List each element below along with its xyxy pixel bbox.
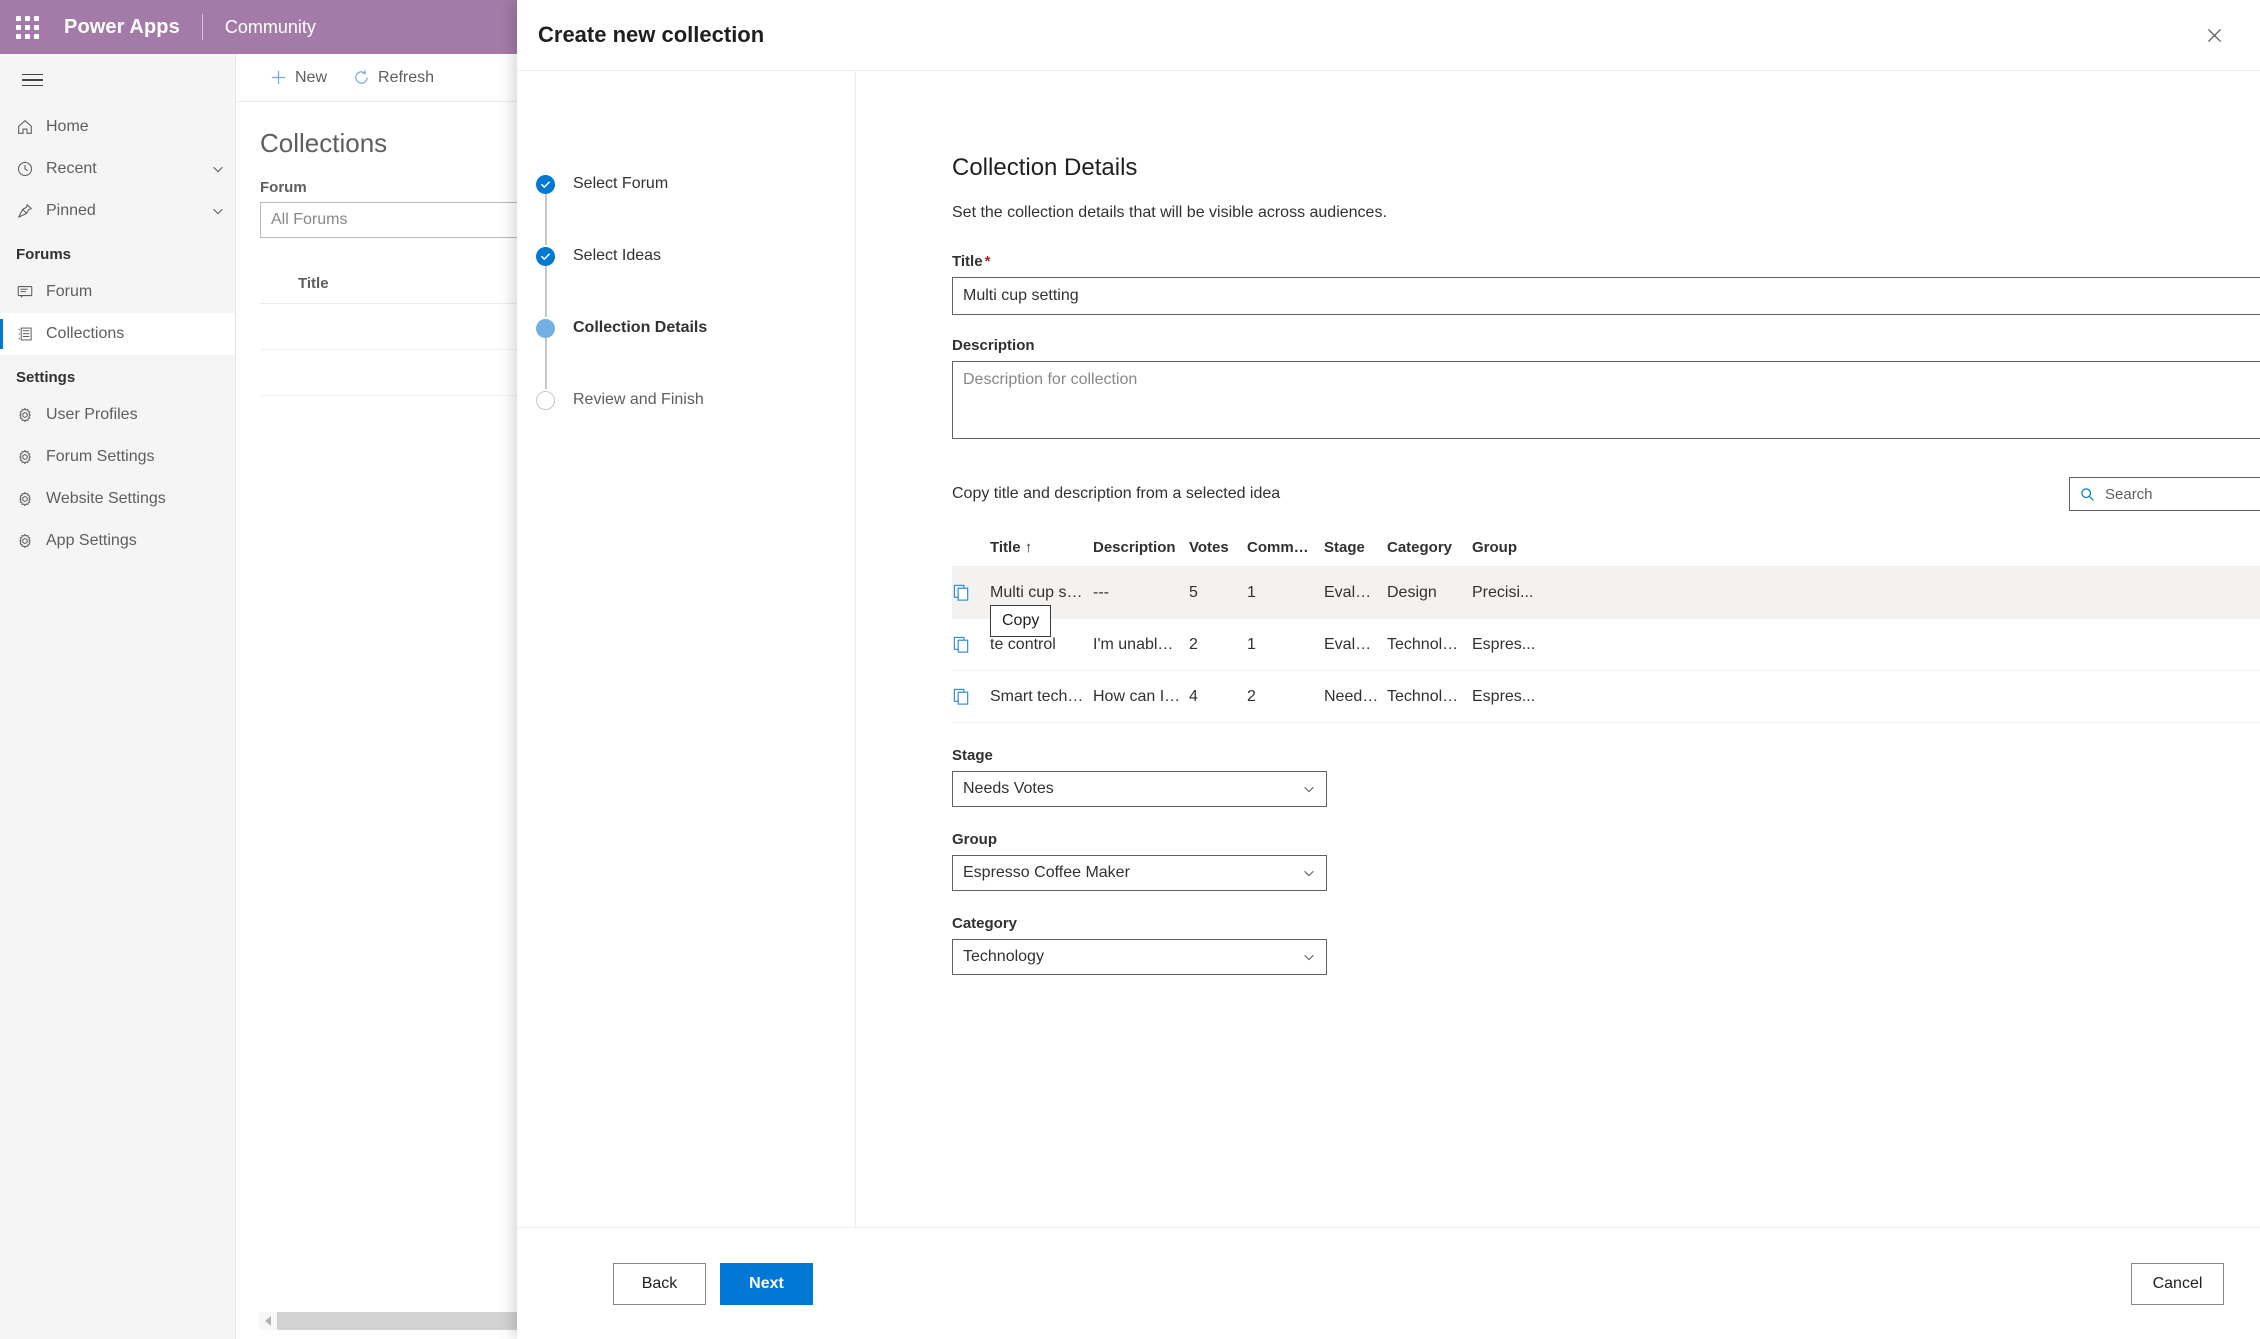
close-icon[interactable] xyxy=(2192,15,2236,55)
cell-group: Espres... xyxy=(1472,687,1536,705)
create-collection-dialog: Create new collection Select Forum Selec… xyxy=(517,0,2260,1339)
description-textarea[interactable] xyxy=(952,361,2260,439)
description-field-label: Description xyxy=(952,337,1035,354)
stage-field: Stage Needs Votes xyxy=(952,747,2260,807)
cell-description: --- xyxy=(1093,583,1109,601)
step-status-icon xyxy=(536,247,555,266)
description-wrapper xyxy=(952,361,2260,444)
wizard-step-label: Select Forum xyxy=(573,175,669,192)
table-row[interactable]: te control I'm unable to ... 2 1 Evalua.… xyxy=(952,619,2260,671)
column-header-title[interactable]: Title ↑ xyxy=(990,539,1093,556)
wizard-step-label: Select Ideas xyxy=(573,247,662,264)
copy-icon[interactable] xyxy=(952,687,990,706)
category-dropdown-value: Technology xyxy=(963,948,1044,965)
category-field: Category Technology xyxy=(952,915,2260,975)
copy-from-idea-label: Copy title and description from a select… xyxy=(952,485,1281,502)
dialog-body: Select Forum Select Ideas Collection Det… xyxy=(517,71,2260,1227)
chevron-down-icon xyxy=(1302,782,1316,796)
title-input[interactable] xyxy=(952,277,2260,315)
table-row[interactable]: Smart technol... How can I bre... 4 2 Ne… xyxy=(952,671,2260,723)
cell-comments: 2 xyxy=(1247,687,1256,705)
cell-title: Smart technol... xyxy=(990,687,1093,705)
section-subtitle: Set the collection details that will be … xyxy=(952,204,1387,221)
column-header-comments[interactable]: Comments xyxy=(1247,539,1324,556)
column-header-stage[interactable]: Stage xyxy=(1324,539,1387,556)
wizard-steps: Select Forum Select Ideas Collection Det… xyxy=(517,71,855,1227)
copy-icon[interactable] xyxy=(952,583,990,602)
cell-title: te control xyxy=(990,635,1056,653)
sort-ascending-icon: ↑ xyxy=(1024,538,1033,556)
wizard-step-collection-details[interactable]: Collection Details xyxy=(536,317,855,389)
cell-votes: 5 xyxy=(1189,583,1198,601)
cell-category: Design xyxy=(1387,583,1437,601)
cell-description: I'm unable to ... xyxy=(1093,635,1189,653)
cell-category: Technology xyxy=(1387,635,1468,653)
cell-comments: 1 xyxy=(1247,635,1256,653)
wizard-step-select-ideas[interactable]: Select Ideas xyxy=(536,245,855,317)
cell-category: Technology xyxy=(1387,687,1468,705)
dialog-title: Create new collection xyxy=(538,22,765,47)
copy-icon[interactable] xyxy=(952,635,990,654)
ideas-table: Title ↑ Description Votes Comments Stage… xyxy=(952,528,2260,723)
group-field: Group Espresso Coffee Maker xyxy=(952,831,2260,891)
column-header-description[interactable]: Description xyxy=(1093,539,1189,556)
cell-stage: Needs... xyxy=(1324,687,1384,705)
step-connector xyxy=(545,338,547,389)
wizard-step-select-forum[interactable]: Select Forum xyxy=(536,173,855,245)
section-title: Collection Details xyxy=(952,154,1138,181)
cell-title: Multi cup setti... xyxy=(990,583,1093,601)
ideas-table-body: Multi cup setti... --- 5 1 Evalua... Des… xyxy=(952,567,2260,723)
column-header-title-text: Title xyxy=(990,538,1021,556)
stage-label: Stage xyxy=(952,747,993,764)
group-dropdown[interactable]: Espresso Coffee Maker xyxy=(952,855,1327,891)
dialog-header: Create new collection xyxy=(517,0,2260,71)
category-label: Category xyxy=(952,915,1018,932)
stage-dropdown-value: Needs Votes xyxy=(963,780,1054,797)
required-mark: * xyxy=(984,253,991,270)
cell-comments: 1 xyxy=(1247,583,1256,601)
column-header-category[interactable]: Category xyxy=(1387,539,1472,556)
category-dropdown[interactable]: Technology xyxy=(952,939,1327,975)
column-header-group[interactable]: Group xyxy=(1472,539,1592,556)
stage-dropdown[interactable]: Needs Votes xyxy=(952,771,1327,807)
chevron-down-icon xyxy=(1302,950,1316,964)
copy-tooltip: Copy xyxy=(990,605,1052,637)
cell-group: Espres... xyxy=(1472,635,1536,653)
ideas-table-header: Title ↑ Description Votes Comments Stage… xyxy=(952,528,2260,567)
title-field-label: Title * xyxy=(952,253,2260,270)
copy-from-idea-row: Copy title and description from a select… xyxy=(952,477,2260,511)
title-label-text: Title xyxy=(952,253,983,270)
step-status-icon xyxy=(536,391,555,410)
step-connector xyxy=(545,194,547,245)
cell-group: Precisi... xyxy=(1472,583,1534,601)
group-label: Group xyxy=(952,831,997,848)
cancel-button[interactable]: Cancel xyxy=(2131,1262,2224,1305)
cell-stage: Evalua... xyxy=(1324,635,1387,653)
cell-votes: 4 xyxy=(1189,687,1198,705)
table-row[interactable]: Multi cup setti... --- 5 1 Evalua... Des… xyxy=(952,567,2260,619)
cell-description: How can I bre... xyxy=(1093,687,1189,705)
chevron-down-icon xyxy=(1302,866,1316,880)
search-icon xyxy=(2080,487,2095,502)
wizard-step-review-and-finish[interactable]: Review and Finish xyxy=(536,389,855,461)
cell-votes: 2 xyxy=(1189,635,1198,653)
wizard-step-label: Collection Details xyxy=(573,319,708,336)
search-input[interactable] xyxy=(2103,484,2260,504)
wizard-step-label: Review and Finish xyxy=(573,391,704,408)
dialog-content-pane: Collection Details Set the collection de… xyxy=(855,71,2260,1227)
next-button[interactable]: Next xyxy=(720,1262,813,1305)
search-box[interactable] xyxy=(2069,477,2260,511)
step-status-icon xyxy=(536,175,555,194)
cell-stage: Evalua... xyxy=(1324,583,1387,601)
step-connector xyxy=(545,266,547,317)
step-status-icon xyxy=(536,319,555,338)
dialog-footer: Back Next Cancel xyxy=(517,1227,2260,1339)
column-header-votes[interactable]: Votes xyxy=(1189,539,1247,556)
back-button[interactable]: Back xyxy=(613,1262,706,1305)
group-dropdown-value: Espresso Coffee Maker xyxy=(963,864,1130,881)
